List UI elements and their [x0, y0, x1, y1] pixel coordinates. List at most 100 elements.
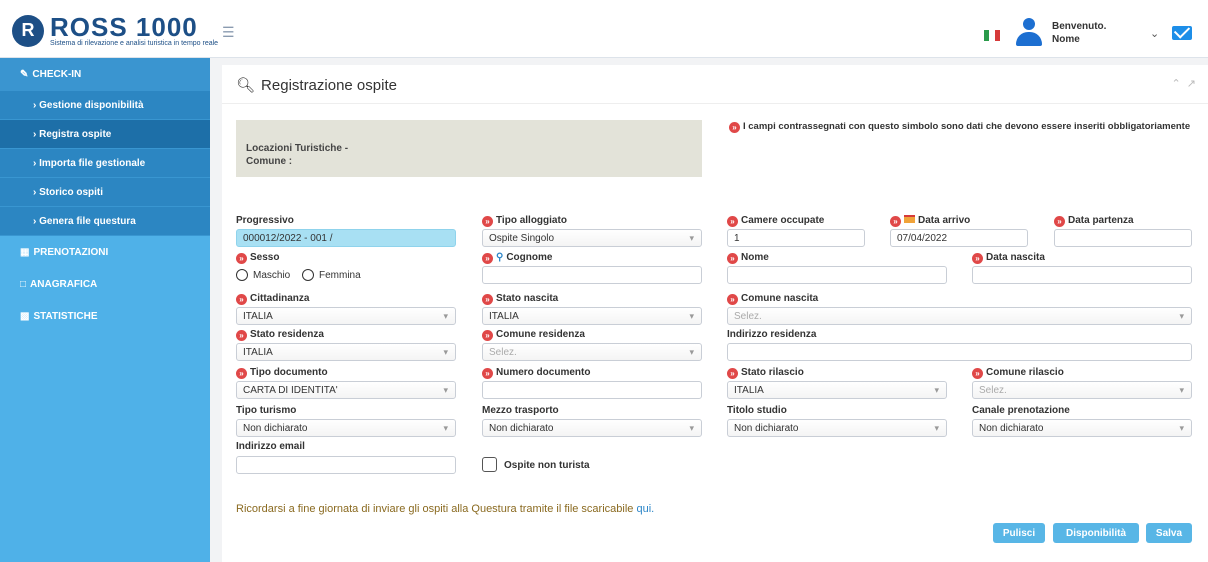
data-nascita-field[interactable]: [972, 266, 1192, 284]
pulisci-button[interactable]: Pulisci: [993, 523, 1045, 543]
sidebar-item-label: PRENOTAZIONI: [33, 246, 109, 258]
required-icon: »: [236, 253, 247, 264]
logo-subtitle: Sistema di rilevazione e analisi turisti…: [50, 40, 219, 47]
page-title: 🔍︎ Registrazione ospite: [236, 77, 397, 94]
stato-residenza-select[interactable]: ITALIA: [236, 343, 456, 361]
sidebar-item-registra-ospite[interactable]: › Registra ospite: [0, 120, 210, 149]
sidebar-item-prenotazioni[interactable]: ▦ PRENOTAZIONI: [0, 236, 210, 268]
salva-button[interactable]: Salva: [1146, 523, 1192, 543]
comune-rilascio-select[interactable]: Selez.: [972, 381, 1192, 399]
user-icon[interactable]: [1016, 18, 1042, 48]
bar-chart-icon: ▩: [20, 310, 30, 322]
tipo-turismo-select[interactable]: Non dichiarato: [236, 419, 456, 437]
location-comune: Comune :: [246, 156, 293, 167]
welcome-text: Benvenuto.: [1052, 21, 1107, 32]
progressivo-label: Progressivo: [236, 215, 294, 226]
radio-circle[interactable]: [302, 269, 314, 281]
nome-field[interactable]: [727, 266, 947, 284]
questura-reminder: Ricordarsi a fine giornata di inviare gl…: [236, 503, 655, 515]
edit-icon: ✎: [20, 69, 29, 80]
required-icon: »: [729, 122, 740, 133]
data-arrivo-field[interactable]: 07/04/2022: [890, 229, 1028, 247]
sidebar-item-importa-file[interactable]: › Importa file gestionale: [0, 149, 210, 178]
required-icon: »: [890, 216, 901, 227]
camere-occupate-label: » Camere occupate: [727, 215, 824, 227]
sidebar-item-gestione-disponibilita[interactable]: › Gestione disponibilità: [0, 91, 210, 120]
indirizzo-residenza-field[interactable]: [727, 343, 1192, 361]
data-partenza-field[interactable]: [1054, 229, 1192, 247]
required-icon: »: [236, 368, 247, 379]
expand-icon[interactable]: ↗: [1187, 78, 1196, 90]
italy-flag-icon[interactable]: [984, 30, 1000, 41]
tipo-turismo-label: Tipo turismo: [236, 405, 297, 416]
divider: [222, 103, 1208, 104]
required-icon: »: [482, 330, 493, 341]
logo[interactable]: R ROSS 1000 Sistema di rilevazione e ana…: [12, 14, 218, 47]
required-icon: »: [482, 216, 493, 227]
user-name: Nome: [1052, 34, 1080, 45]
search-icon[interactable]: ⚲: [496, 252, 503, 263]
disponibilita-button[interactable]: Disponibilità: [1053, 523, 1139, 543]
canale-prenotazione-select[interactable]: Non dichiarato: [972, 419, 1192, 437]
sidebar-item-statistiche[interactable]: ▩ STATISTICHE: [0, 300, 210, 332]
logo-mark-icon: R: [12, 14, 44, 47]
progressivo-field[interactable]: 000012/2022 - 001 /: [236, 229, 456, 247]
cognome-label: » ⚲ Cognome: [482, 252, 552, 264]
camere-occupate-field[interactable]: 1: [727, 229, 865, 247]
cittadinanza-select[interactable]: ITALIA: [236, 307, 456, 325]
indirizzo-residenza-label: Indirizzo residenza: [727, 329, 817, 340]
sidebar: ✎ CHECK-IN › Gestione disponibilità › Re…: [0, 58, 210, 562]
required-icon: »: [482, 253, 493, 264]
cognome-field[interactable]: [482, 266, 702, 284]
required-icon: »: [727, 216, 738, 227]
required-icon: »: [727, 294, 738, 305]
sidebar-item-genera-file-questura[interactable]: › Genera file questura: [0, 207, 210, 236]
email-field[interactable]: [236, 456, 456, 474]
sidebar-item-anagrafica[interactable]: □ ANAGRAFICA: [0, 268, 210, 300]
sidebar-item-storico-ospiti[interactable]: › Storico ospiti: [0, 178, 210, 207]
titolo-studio-select[interactable]: Non dichiarato: [727, 419, 947, 437]
registration-panel: 🔍︎ Registrazione ospite ⌃ ↗ Locazioni Tur…: [222, 65, 1208, 562]
tipo-documento-label: » Tipo documento: [236, 367, 328, 379]
required-icon: »: [972, 253, 983, 264]
ospite-non-turista-checkbox[interactable]: [482, 457, 497, 472]
required-icon: »: [1054, 216, 1065, 227]
search-icon: 🔍︎: [236, 77, 256, 94]
comune-residenza-select[interactable]: Selez.: [482, 343, 702, 361]
canale-prenotazione-label: Canale prenotazione: [972, 405, 1070, 416]
tipo-alloggiato-label: » Tipo alloggiato: [482, 215, 567, 227]
comune-nascita-select[interactable]: Selez.: [727, 307, 1192, 325]
required-icon: »: [236, 330, 247, 341]
ospite-non-turista-label: Ospite non turista: [504, 460, 590, 471]
data-nascita-label: » Data nascita: [972, 252, 1045, 264]
hamburger-icon[interactable]: ☰: [222, 24, 235, 41]
user-greeting[interactable]: Benvenuto. Nome: [1052, 20, 1106, 46]
maschio-radio[interactable]: Maschio: [236, 269, 290, 281]
required-icon: »: [727, 368, 738, 379]
logo-title: ROSS 1000: [50, 12, 198, 42]
mezzo-trasporto-select[interactable]: Non dichiarato: [482, 419, 702, 437]
numero-documento-field[interactable]: [482, 381, 702, 399]
panel-controls[interactable]: ⌃ ↗: [1171, 77, 1196, 90]
required-icon: »: [727, 253, 738, 264]
tipo-alloggiato-select[interactable]: Ospite Singolo: [482, 229, 702, 247]
chevron-down-icon[interactable]: ⌄: [1150, 27, 1159, 40]
tipo-documento-select[interactable]: CARTA DI IDENTITA': [236, 381, 456, 399]
download-link[interactable]: qui.: [636, 503, 654, 515]
cittadinanza-label: » Cittadinanza: [236, 293, 309, 305]
femmina-radio[interactable]: Femmina: [302, 269, 361, 281]
stato-nascita-select[interactable]: ITALIA: [482, 307, 702, 325]
mail-icon[interactable]: [1172, 26, 1192, 40]
sidebar-item-label: CHECK-IN: [32, 69, 82, 80]
sesso-label: » Sesso: [236, 252, 279, 264]
comune-rilascio-label: » Comune rilascio: [972, 367, 1064, 379]
top-bar: R ROSS 1000 Sistema di rilevazione e ana…: [0, 0, 1208, 58]
required-icon: »: [482, 294, 493, 305]
collapse-icon[interactable]: ⌃: [1171, 78, 1180, 90]
calendar-icon: ▦: [20, 246, 30, 258]
numero-documento-label: » Numero documento: [482, 367, 590, 379]
sidebar-item-checkin[interactable]: ✎ CHECK-IN: [0, 58, 210, 91]
radio-circle[interactable]: [236, 269, 248, 281]
stato-rilascio-select[interactable]: ITALIA: [727, 381, 947, 399]
data-partenza-label: » Data partenza: [1054, 215, 1134, 227]
